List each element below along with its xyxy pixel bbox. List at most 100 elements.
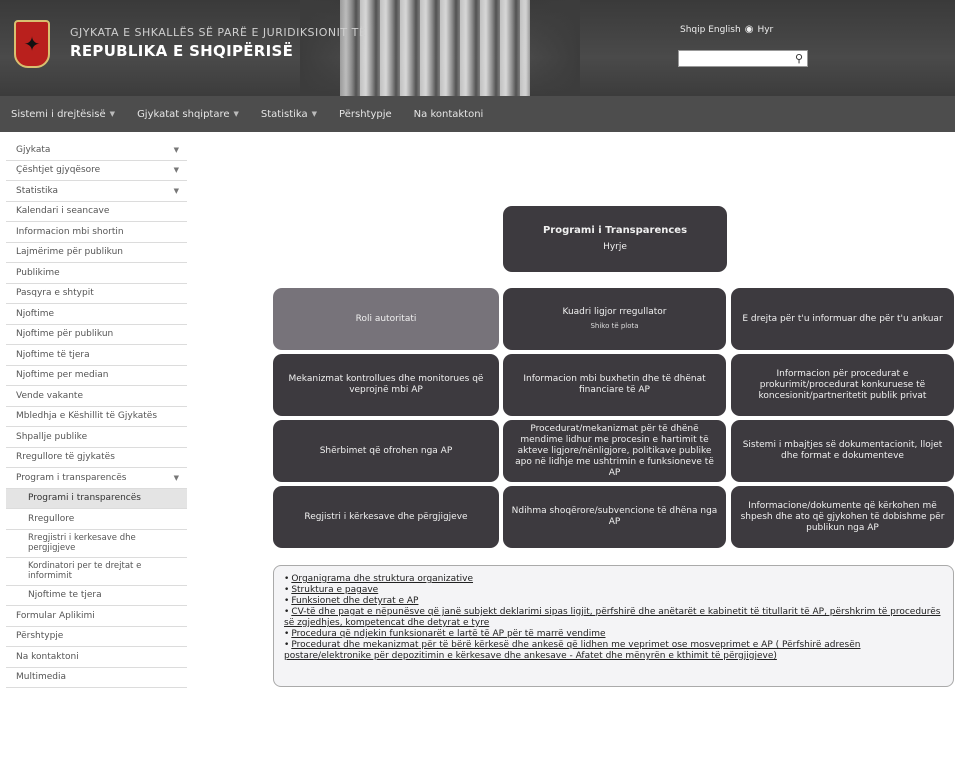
documents-link-panel: Organigrama dhe struktura organizativeSt…: [273, 565, 954, 687]
sidebar-item-label: Rregullore të gjykatës: [16, 452, 115, 463]
sidebar-item[interactable]: Njoftime të tjera: [6, 345, 187, 366]
nav-item[interactable]: Sistemi i drejtësisë ▼: [0, 109, 126, 120]
program-box[interactable]: Ndihma shoqërore/subvencione të dhëna ng…: [503, 486, 726, 548]
program-box[interactable]: Roli autoritati: [273, 288, 499, 350]
program-box[interactable]: Procedurat/mekanizmat për të dhënë mendi…: [503, 420, 726, 482]
sidebar-item-label: Informacion mbi shortin: [16, 226, 124, 237]
program-box-label: Sistemi i mbajtjes së dokumentacionit, l…: [742, 440, 943, 461]
login-link[interactable]: Hyr: [757, 25, 773, 35]
sidebar-item-label: Program i transparencës: [16, 472, 127, 483]
sidebar-item-label: Shpallje publike: [16, 431, 88, 442]
main-nav: Sistemi i drejtësisë ▼ Gjykatat shqiptare ▼…: [0, 96, 955, 132]
sidebar-item[interactable]: Informacion mbi shortin: [6, 222, 187, 243]
sidebar-item-label: Njoftime per median: [16, 370, 109, 381]
program-box[interactable]: Shërbimet që ofrohen nga AP: [273, 420, 499, 482]
sidebar-item-label: Njoftime te tjera: [28, 590, 102, 601]
chevron-down-icon[interactable]: ▼: [174, 474, 179, 482]
nav-item-label: Gjykatat shqiptare: [137, 108, 230, 120]
sidebar-item[interactable]: Na kontaktoni: [6, 647, 187, 668]
sidebar-item-label: Rregullore: [28, 513, 75, 524]
login-icon[interactable]: ◉: [745, 24, 754, 35]
program-box-label: Informacione/dokumente që kërkohen më sh…: [740, 500, 945, 533]
document-link[interactable]: Organigrama dhe struktura organizative: [284, 574, 943, 585]
nav-item[interactable]: Na kontaktoni: [403, 109, 495, 120]
program-box[interactable]: Informacion për procedurat e prokurimit/…: [731, 354, 954, 416]
sidebar-item[interactable]: Çështjet gjyqësore ▼: [6, 160, 187, 181]
sidebar-item-label: Multimedia: [16, 672, 67, 683]
program-box[interactable]: Informacion mbi buxhetin dhe të dhënat f…: [503, 354, 726, 416]
program-box[interactable]: Kuadri ligjor rregullator Shiko të plota: [503, 288, 726, 350]
program-box[interactable]: E drejta për t'u informuar dhe për t'u a…: [731, 288, 954, 350]
program-box-sublink[interactable]: Shiko të plota: [590, 321, 638, 332]
program-box[interactable]: Regjistri i kërkesave dhe përgjigjeve: [273, 486, 499, 548]
sidebar-item-label: Rregjistri i kerkesave dhe pergjigjeve: [28, 533, 136, 553]
transparency-program-header[interactable]: Programi i Transparences Hyrje: [503, 206, 727, 272]
program-box-label: Procedurat/mekanizmat për të dhënë mendi…: [515, 423, 714, 478]
sidebar-item-label: Gjykata: [16, 144, 51, 155]
sidebar-item[interactable]: Njoftime te tjera: [6, 585, 187, 606]
nav-item[interactable]: Përshtypje: [328, 109, 403, 120]
search-icon[interactable]: ⚲: [795, 52, 803, 65]
nav-item-label: Sistemi i drejtësisë: [11, 108, 106, 120]
header-subtitle: GJYKATA E SHKALLËS SË PARË E JURIDIKSION…: [70, 26, 367, 39]
sidebar-item[interactable]: Rregullore të gjykatës: [6, 447, 187, 468]
chevron-down-icon[interactable]: ▼: [174, 146, 179, 154]
sidebar-item[interactable]: Mbledhja e Këshillit të Gjykatës: [6, 406, 187, 427]
document-link[interactable]: Funksionet dhe detyrat e AP: [284, 596, 943, 607]
document-link[interactable]: CV-të dhe pagat e nëpunësve që janë subj…: [284, 607, 943, 629]
program-box-label: Shërbimet që ofrohen nga AP: [319, 445, 453, 456]
program-box[interactable]: Sistemi i mbajtjes së dokumentacionit, l…: [731, 420, 954, 482]
sidebar-item-label: Formular Aplikimi: [16, 610, 95, 621]
albania-emblem-icon[interactable]: ✦: [14, 20, 50, 68]
language-links[interactable]: Shqip English: [680, 25, 741, 35]
sidebar-item-label: Lajmërime për publikun: [16, 247, 123, 258]
sidebar-item[interactable]: Rregjistri i kerkesave dhe pergjigjeve: [6, 529, 187, 558]
sidebar-item[interactable]: Formular Aplikimi: [6, 606, 187, 627]
sidebar-item[interactable]: Rregullore: [6, 509, 187, 530]
sidebar-item[interactable]: Program i transparencës ▼: [6, 468, 187, 489]
sidebar-item-label: Statistika: [16, 185, 59, 196]
search-input[interactable]: ⚲: [678, 50, 808, 67]
sidebar-item[interactable]: Njoftime për publikun: [6, 324, 187, 345]
sidebar-item[interactable]: Kordinatori per te drejtat e informimit: [6, 557, 187, 586]
sidebar-item[interactable]: Publikime: [6, 263, 187, 284]
document-link[interactable]: Struktura e pagave: [284, 585, 943, 596]
sidebar-item-label: Na kontaktoni: [16, 651, 79, 662]
sidebar-item[interactable]: Njoftime: [6, 304, 187, 325]
sidebar-item[interactable]: Multimedia: [6, 667, 187, 688]
sidebar-item-label: Programi i transparencës: [28, 493, 141, 504]
document-link[interactable]: Procedurat dhe mekanizmat për të bërë kë…: [284, 640, 943, 662]
program-box-label: Informacion mbi buxhetin dhe të dhënat f…: [523, 374, 706, 395]
program-box-label: Regjistri i kërkesave dhe përgjigjeve: [304, 511, 468, 522]
sidebar-item-label: Kordinatori per te drejtat e informimit: [28, 561, 142, 581]
program-box-label: Roli autoritati: [355, 313, 417, 324]
program-box-label: E drejta për t'u informuar dhe për t'u a…: [742, 313, 943, 324]
sidebar-item[interactable]: Statistika ▼: [6, 181, 187, 202]
sidebar-item[interactable]: Pasqyra e shtypit: [6, 283, 187, 304]
sidebar-item[interactable]: Kalendari i seancave: [6, 201, 187, 222]
sidebar-item[interactable]: Njoftime per median: [6, 365, 187, 386]
nav-item[interactable]: Gjykatat shqiptare ▼: [126, 109, 250, 120]
sidebar-item[interactable]: Lajmërime për publikun: [6, 242, 187, 263]
chevron-down-icon[interactable]: ▼: [174, 166, 179, 174]
site-header: ✦ GJYKATA E SHKALLËS SË PARË E JURIDIKSI…: [0, 0, 955, 96]
sidebar-item[interactable]: Përshtypje: [6, 626, 187, 647]
program-box-label: Mekanizmat kontrollues dhe monitorues që…: [288, 374, 484, 395]
sidebar-item-label: Njoftime të tjera: [16, 349, 90, 360]
chevron-down-icon: ▼: [109, 110, 116, 118]
program-box[interactable]: Mekanizmat kontrollues dhe monitorues që…: [273, 354, 499, 416]
sidebar-item[interactable]: Gjykata ▼: [6, 140, 187, 161]
header-title[interactable]: REPUBLIKA E SHQIPËRISË: [70, 42, 293, 60]
transparency-program-intro[interactable]: Hyrje: [603, 242, 627, 253]
program-box-label: Ndihma shoqërore/subvencione të dhëna ng…: [511, 506, 718, 527]
sidebar-item[interactable]: Shpallje publike: [6, 427, 187, 448]
document-link[interactable]: Procedura që ndjekin funksionarët e lart…: [284, 629, 943, 640]
sidebar-item-label: Kalendari i seancave: [16, 206, 110, 217]
sidebar-item[interactable]: Vende vakante: [6, 386, 187, 407]
nav-item-label: Përshtypje: [339, 108, 392, 120]
program-box[interactable]: Informacione/dokumente që kërkohen më sh…: [731, 486, 954, 548]
chevron-down-icon: ▼: [311, 110, 318, 118]
sidebar-item[interactable]: Programi i transparencës: [6, 488, 187, 509]
chevron-down-icon[interactable]: ▼: [174, 187, 179, 195]
nav-item[interactable]: Statistika ▼: [250, 109, 328, 120]
